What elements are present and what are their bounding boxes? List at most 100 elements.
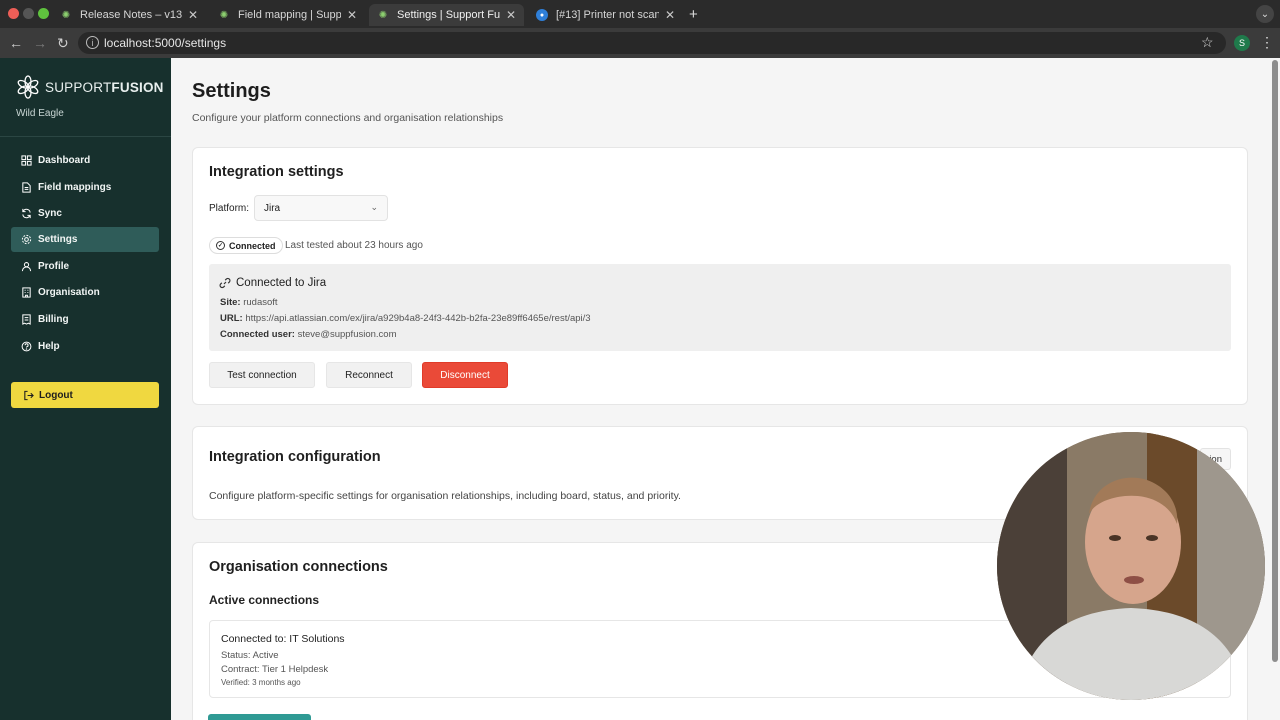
connection-status: Status: Active: [221, 650, 279, 661]
site-row: Site: rudasoft: [220, 297, 278, 308]
support-fusion-favicon-icon: ✺: [219, 9, 229, 21]
sidebar-item-dashboard[interactable]: Dashboard: [11, 148, 159, 173]
scrollbar[interactable]: [1272, 60, 1278, 662]
sidebar-item-profile[interactable]: Profile: [11, 254, 159, 279]
site-value: rudasoft: [243, 297, 278, 308]
connected-user-row: Connected user: steve@suppfusion.com: [220, 329, 397, 340]
connection-verified: Verified: 3 months ago: [221, 678, 301, 687]
tab-search-chevron-icon[interactable]: ⌄: [1256, 5, 1274, 23]
integration-settings-title: Integration settings: [209, 164, 344, 180]
help-icon: [21, 341, 32, 352]
link-icon: [219, 277, 231, 289]
browser-tab-release-notes[interactable]: ✺ Release Notes – v13 ✕: [52, 4, 206, 26]
last-tested-text: Last tested about 23 hours ago: [285, 240, 423, 251]
page-title: Settings: [192, 80, 271, 102]
file-icon: [22, 182, 31, 193]
sidebar: SUPPORTFUSION Wild Eagle Dashboard Field…: [0, 58, 171, 720]
profile-avatar[interactable]: S: [1234, 35, 1250, 51]
logout-button[interactable]: Logout: [11, 382, 159, 408]
test-connection-button[interactable]: Test connection: [209, 362, 315, 388]
sidebar-item-label: Help: [38, 341, 60, 352]
gear-icon: [21, 234, 32, 245]
sidebar-item-label: Sync: [38, 208, 62, 219]
bookmark-star-icon[interactable]: ☆: [1201, 34, 1214, 51]
flower-logo-icon: [17, 75, 39, 99]
check-circle-icon: ✓: [216, 241, 225, 250]
connection-status-text: Connected: [229, 240, 276, 251]
connection-details-box: Connected to Jira Site: rudasoft URL: ht…: [209, 264, 1231, 351]
integration-configuration-description: Configure platform-specific settings for…: [209, 490, 681, 502]
brand-name-bold: FUSION: [111, 79, 164, 95]
connected-user-label: Connected user:: [220, 329, 295, 340]
url-row: URL: https://api.atlassian.com/ex/jira/a…: [220, 313, 591, 324]
minimize-window-button[interactable]: [23, 8, 34, 19]
url-text: localhost:5000/settings: [104, 36, 227, 50]
presenter-video-image: [997, 432, 1265, 700]
disconnect-button[interactable]: Disconnect: [422, 362, 508, 388]
building-icon: [22, 287, 31, 298]
close-icon[interactable]: ✕: [506, 8, 516, 22]
browser-menu-icon[interactable]: ⋮: [1260, 34, 1274, 51]
organisation-name: Wild Eagle: [16, 108, 64, 119]
sidebar-item-label: Profile: [38, 261, 70, 272]
address-bar[interactable]: i localhost:5000/settings: [78, 32, 1226, 54]
platform-select[interactable]: Jira ⌄: [254, 195, 388, 221]
platform-select-value: Jira: [264, 202, 281, 214]
support-fusion-favicon-icon: ✺: [378, 9, 388, 21]
browser-tab-settings[interactable]: ✺ Settings | Support Fusion ✕: [369, 4, 524, 26]
sidebar-item-settings[interactable]: Settings: [11, 227, 159, 252]
reload-icon[interactable]: ↻: [57, 34, 69, 52]
webcam-overlay: [997, 432, 1265, 700]
maximize-window-button[interactable]: [38, 8, 49, 19]
connected-to-text: Connected to Jira: [236, 277, 327, 289]
logout-icon: [24, 390, 34, 400]
active-connections-heading: Active connections: [209, 593, 320, 607]
sidebar-item-label: Settings: [38, 234, 78, 245]
organisation-connections-title: Organisation connections: [209, 559, 388, 575]
url-label: URL:: [220, 313, 243, 324]
refresh-icon: [22, 208, 31, 219]
sidebar-item-label: Billing: [38, 314, 69, 325]
user-icon: [21, 262, 32, 272]
connected-to-title: Connected to Jira: [219, 277, 326, 289]
sidebar-item-label: Field mappings: [38, 182, 112, 193]
browser-tab-bar: ✺ Release Notes – v13 ✕ ✺ Field mapping …: [0, 0, 1280, 28]
sidebar-item-organisation[interactable]: Organisation: [11, 280, 159, 305]
site-info-icon[interactable]: i: [86, 36, 99, 49]
new-tab-button[interactable]: +: [689, 6, 698, 23]
back-arrow-icon[interactable]: ←: [9, 34, 23, 52]
sidebar-item-field-mappings[interactable]: Field mappings: [11, 175, 159, 200]
integration-settings-card: Integration settings Platform: Jira ⌄ ✓ …: [192, 147, 1248, 405]
jira-favicon-icon: ●: [536, 9, 548, 21]
grid-icon: [21, 155, 32, 166]
url-value: https://api.atlassian.com/ex/jira/a929b4…: [245, 313, 591, 324]
browser-tab-field-mapping[interactable]: ✺ Field mapping | Support Fusion ✕: [210, 4, 365, 26]
add-connection-button[interactable]: [208, 714, 311, 720]
connection-title: Connected to: IT Solutions: [221, 633, 345, 645]
sidebar-item-label: Organisation: [38, 287, 100, 298]
chevron-down-icon: ⌄: [370, 202, 378, 212]
close-icon[interactable]: ✕: [665, 8, 675, 22]
close-icon[interactable]: ✕: [347, 8, 357, 22]
sidebar-item-help[interactable]: Help: [11, 334, 159, 359]
sidebar-item-sync[interactable]: Sync: [11, 201, 159, 226]
brand-name-light: SUPPORT: [45, 79, 112, 95]
forward-arrow-icon[interactable]: →: [33, 34, 47, 52]
support-fusion-favicon-icon: ✺: [61, 9, 71, 21]
sidebar-divider: [0, 136, 171, 137]
browser-toolbar: ← → ↻ i localhost:5000/settings: [0, 28, 1280, 58]
sidebar-item-billing[interactable]: Billing: [11, 307, 159, 332]
close-window-button[interactable]: [8, 8, 19, 19]
integration-configuration-title: Integration configuration: [209, 449, 381, 465]
connection-contract: Contract: Tier 1 Helpdesk: [221, 664, 329, 675]
sidebar-item-label: Dashboard: [38, 155, 91, 166]
site-label: Site:: [220, 297, 241, 308]
reconnect-button[interactable]: Reconnect: [326, 362, 412, 388]
support-fusion-logo[interactable]: SUPPORTFUSION: [16, 75, 164, 99]
connected-user-value: steve@suppfusion.com: [297, 329, 397, 340]
browser-tab-ticket[interactable]: ● [#13] Printer not scanning | S ✕: [528, 4, 683, 26]
connection-status-badge: ✓ Connected: [209, 237, 283, 254]
receipt-icon: [22, 314, 31, 325]
page-subtitle: Configure your platform connections and …: [192, 112, 504, 124]
close-icon[interactable]: ✕: [188, 8, 198, 22]
